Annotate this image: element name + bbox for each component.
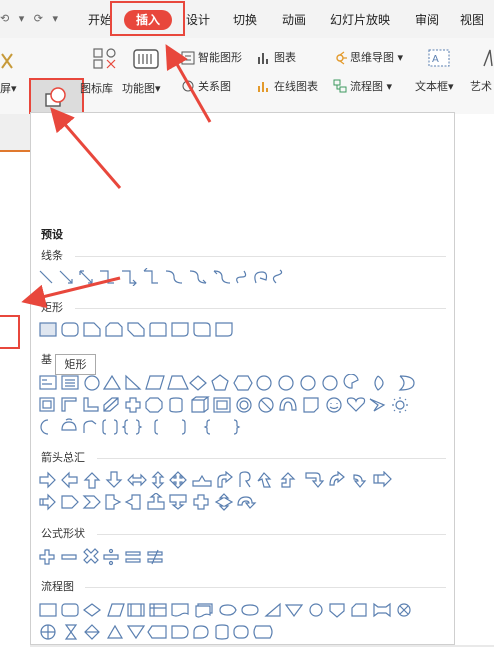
arrow-to-rectangle [21,276,121,309]
annotation-arrows [21,44,212,309]
arrow-to-shape-button [50,107,122,189]
arrow-to-insert-tab [165,44,212,123]
